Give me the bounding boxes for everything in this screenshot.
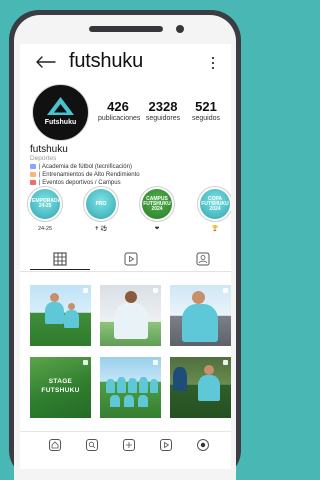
player-figure xyxy=(128,378,137,393)
highlight-campus[interactable]: CAMPUS FUTSHUKU 2024 ❤ xyxy=(138,186,176,233)
following-count-label: seguidos xyxy=(191,115,221,122)
post-thumbnail[interactable] xyxy=(30,285,91,346)
profile-category: Deportes xyxy=(30,155,57,162)
reels-icon[interactable] xyxy=(124,252,138,266)
grid-icon[interactable] xyxy=(53,252,67,266)
posts-count-label: publicaciones xyxy=(98,115,141,122)
search-icon[interactable] xyxy=(86,439,98,451)
player-figure xyxy=(173,367,187,391)
highlight-label: 24-25 xyxy=(37,226,53,232)
highlight-label: ✝ ⚽ xyxy=(94,226,108,232)
post-graphic-text: STAGE FUTSHUKU xyxy=(41,378,80,394)
followers-count-label: seguidores xyxy=(145,115,181,122)
highlight-label: ❤ xyxy=(154,226,160,232)
player-figure xyxy=(114,303,148,339)
carousel-icon xyxy=(83,288,88,293)
profile-name: futshuku xyxy=(30,144,68,155)
highlight-ring: CAMPUS FUTSHUKU 2024 xyxy=(139,186,175,222)
page-title: futshuku xyxy=(69,50,144,72)
highlight-label: 🏆 xyxy=(211,226,219,232)
highlight-temporada[interactable]: TEMPORADA 24-25 24-25 xyxy=(26,186,64,233)
post-thumbnail[interactable] xyxy=(100,285,161,346)
highlight-cover: TEMPORADA 24-25 xyxy=(29,189,61,219)
player-figure xyxy=(106,379,115,393)
home-icon[interactable] xyxy=(49,439,61,451)
highlight-cover: CAMPUS FUTSHUKU 2024 xyxy=(142,189,172,219)
player-figure xyxy=(182,304,218,342)
more-vertical-icon[interactable] xyxy=(210,55,216,71)
post-thumbnail[interactable]: STAGE FUTSHUKU xyxy=(30,357,91,418)
posts-count[interactable]: 426 publicaciones xyxy=(98,99,141,123)
bio-line: | Entrenamientos de Alto Rendimiento xyxy=(30,171,225,179)
training-icon xyxy=(30,171,36,177)
phone-camera xyxy=(176,25,184,33)
highlight-ring: TEMPORADA 24-25 xyxy=(27,186,63,222)
events-icon xyxy=(30,179,36,185)
carousel-icon xyxy=(83,360,88,365)
following-count-value: 521 xyxy=(195,99,217,114)
avatar[interactable]: Futshuku xyxy=(32,84,89,141)
following-count[interactable]: 521 seguidos xyxy=(186,99,226,123)
profile-bio: futshuku Deportes | Academia de fútbol (… xyxy=(30,144,225,187)
bottom-navigation xyxy=(20,431,231,469)
player-figure xyxy=(139,377,148,393)
carousel-icon xyxy=(153,288,158,293)
bio-line: | Academia de fútbol (tecnificación) xyxy=(30,163,225,171)
futshuku-logo: Futshuku xyxy=(45,97,77,126)
posts-count-value: 426 xyxy=(107,99,129,114)
instagram-profile-screen: futshuku Futshuku 426 publicaciones 2328… xyxy=(20,44,231,469)
reels-icon[interactable] xyxy=(160,439,172,451)
player-figure xyxy=(45,302,64,324)
post-thumbnail[interactable] xyxy=(170,357,231,418)
player-figure xyxy=(64,310,79,328)
player-figure xyxy=(110,395,120,407)
player-head xyxy=(125,291,137,303)
svg-text:Futshuku: Futshuku xyxy=(45,119,77,126)
followers-count-value: 2328 xyxy=(148,99,178,114)
carousel-icon xyxy=(153,360,158,365)
top-bar: futshuku xyxy=(20,44,231,80)
highlight-cover: COPA FUTSHUKU 2024 xyxy=(200,189,230,219)
carousel-icon xyxy=(223,288,228,293)
phone-speaker xyxy=(89,26,163,32)
player-head xyxy=(68,303,75,310)
highlight-copa[interactable]: COPA FUTSHUKU 2024 🏆 xyxy=(196,186,231,233)
carousel-icon xyxy=(223,360,228,365)
arrow-left-icon[interactable] xyxy=(36,56,56,68)
academy-icon xyxy=(30,163,36,169)
post-thumbnail[interactable] xyxy=(170,285,231,346)
player-head xyxy=(192,291,205,304)
add-icon[interactable] xyxy=(123,439,135,451)
player-head xyxy=(204,365,214,375)
tagged-icon[interactable] xyxy=(196,252,210,266)
profile-icon[interactable] xyxy=(197,439,209,451)
highlight-cover: PRO xyxy=(86,189,116,219)
player-figure xyxy=(198,375,220,401)
followers-count[interactable]: 2328 seguidores xyxy=(141,99,185,123)
highlight-ring: PRO xyxy=(83,186,119,222)
player-figure xyxy=(117,377,126,393)
player-figure xyxy=(150,379,158,393)
profile-tabs xyxy=(20,247,231,272)
active-tab-indicator xyxy=(30,269,90,270)
player-head xyxy=(50,293,59,302)
player-figure xyxy=(124,395,134,407)
highlight-pro[interactable]: PRO ✝ ⚽ xyxy=(82,186,120,233)
post-thumbnail[interactable] xyxy=(100,357,161,418)
player-figure xyxy=(138,395,148,407)
highlight-ring: COPA FUTSHUKU 2024 xyxy=(197,186,231,222)
